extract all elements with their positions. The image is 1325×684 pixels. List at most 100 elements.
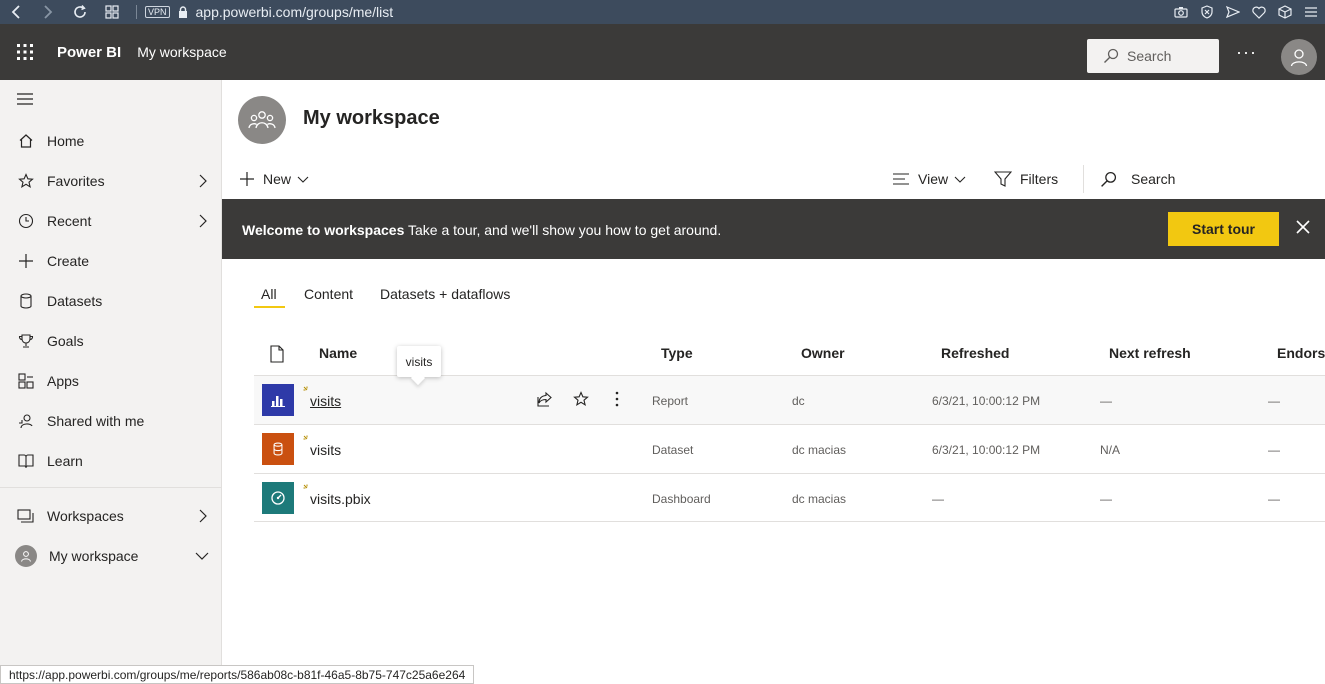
- view-button[interactable]: View: [892, 169, 966, 189]
- breadcrumb[interactable]: My workspace: [137, 44, 226, 60]
- back-icon[interactable]: [0, 0, 32, 24]
- nav-item-apps[interactable]: Apps: [0, 361, 221, 401]
- chevron-down-icon: [954, 176, 966, 183]
- nav-item-create[interactable]: Create: [0, 241, 221, 281]
- header-search-box[interactable]: Search: [1087, 39, 1219, 73]
- heart-icon[interactable]: [1251, 4, 1267, 20]
- vpn-badge[interactable]: VPN: [145, 6, 170, 18]
- cube-icon[interactable]: [1277, 4, 1293, 20]
- tab-all[interactable]: All: [261, 286, 277, 302]
- tab-datasets-dataflows[interactable]: Datasets + dataflows: [380, 286, 510, 302]
- item-next-refresh: N/A: [1100, 443, 1121, 457]
- item-refreshed: —: [932, 492, 944, 506]
- more-options-icon[interactable]: [615, 391, 619, 407]
- database-icon: [17, 292, 35, 310]
- item-name-link[interactable]: visits: [310, 393, 341, 409]
- favorite-star-icon[interactable]: [573, 391, 589, 407]
- start-tour-button[interactable]: Start tour: [1168, 212, 1279, 246]
- item-owner: dc macias: [792, 443, 847, 457]
- search-icon: [1103, 48, 1119, 64]
- chevron-right-icon[interactable]: [199, 509, 207, 523]
- hamburger-menu-icon[interactable]: [16, 92, 34, 106]
- nav-label: Apps: [47, 373, 79, 389]
- item-endorsement: —: [1268, 394, 1280, 408]
- nav-label: Datasets: [47, 293, 103, 309]
- table-row[interactable]: visits Dataset dc macias 6/3/21, 10:00:1…: [254, 424, 1325, 473]
- column-header-name[interactable]: Name: [319, 345, 357, 361]
- command-divider: [1083, 165, 1084, 193]
- column-header-next-refresh[interactable]: Next refresh: [1109, 345, 1191, 361]
- nav-label: Favorites: [47, 173, 105, 189]
- nav-label: Workspaces: [47, 508, 124, 524]
- welcome-banner: Welcome to workspaces Take a tour, and w…: [222, 199, 1325, 259]
- nav-item-goals[interactable]: Goals: [0, 321, 221, 361]
- nav-item-datasets[interactable]: Datasets: [0, 281, 221, 321]
- book-icon: [17, 452, 35, 470]
- chevron-right-icon[interactable]: [199, 214, 207, 228]
- nav-item-my-workspace[interactable]: My workspace: [0, 536, 221, 576]
- search-icon: [1100, 171, 1117, 188]
- more-options-icon[interactable]: ···: [1236, 42, 1257, 63]
- home-icon: [17, 132, 35, 150]
- page-title: My workspace: [303, 107, 440, 129]
- browser-extensions: [1173, 0, 1319, 24]
- item-owner: dc: [792, 394, 805, 408]
- table-row[interactable]: visits.pbix Dashboard dc macias — — —: [254, 473, 1325, 522]
- item-refreshed: 6/3/21, 10:00:12 PM: [932, 394, 1041, 408]
- shield-icon[interactable]: [1199, 4, 1215, 20]
- nav-item-home[interactable]: Home: [0, 121, 221, 161]
- new-button[interactable]: New: [239, 169, 309, 189]
- menu-lines-icon[interactable]: [1303, 4, 1319, 20]
- tabs-grid-icon[interactable]: [96, 0, 128, 24]
- column-header-owner[interactable]: Owner: [801, 345, 845, 361]
- item-name-link[interactable]: visits: [310, 442, 341, 458]
- chevron-right-icon[interactable]: [199, 174, 207, 188]
- item-endorsement: —: [1268, 492, 1280, 506]
- nav-item-recent[interactable]: Recent: [0, 201, 221, 241]
- nav-item-shared-with-me[interactable]: Shared with me: [0, 401, 221, 441]
- camera-icon[interactable]: [1173, 4, 1189, 20]
- view-lines-icon: [892, 173, 910, 185]
- content-search[interactable]: Search: [1100, 169, 1175, 189]
- nav-divider: [0, 487, 221, 488]
- account-avatar[interactable]: [1281, 39, 1317, 75]
- share-icon[interactable]: [537, 391, 553, 407]
- forward-icon[interactable]: [32, 0, 64, 24]
- nav-label: Create: [47, 253, 90, 269]
- nav-label: Home: [47, 133, 85, 149]
- active-tab-indicator: [254, 306, 285, 308]
- column-header-refreshed[interactable]: Refreshed: [941, 345, 1009, 361]
- user-avatar-icon: [15, 545, 37, 567]
- filters-button[interactable]: Filters: [994, 169, 1058, 189]
- apps-icon: [17, 372, 35, 390]
- item-name-link[interactable]: visits.pbix: [310, 491, 371, 507]
- filters-label: Filters: [1020, 171, 1059, 187]
- column-header-type[interactable]: Type: [661, 345, 693, 361]
- item-type: Dashboard: [652, 492, 711, 506]
- close-icon[interactable]: [1296, 220, 1310, 234]
- tab-content[interactable]: Content: [304, 286, 353, 302]
- left-navigation: Home Favorites Recent Create Datasets Go…: [0, 80, 222, 684]
- shared-icon: [17, 412, 35, 430]
- clock-icon: [17, 212, 35, 230]
- reload-icon[interactable]: [64, 0, 96, 24]
- dashboard-icon: [262, 482, 294, 514]
- banner-text: Take a tour, and we'll show you how to g…: [408, 222, 722, 238]
- report-icon: [262, 384, 294, 416]
- column-header-endorsement[interactable]: Endorse: [1277, 345, 1325, 361]
- chevron-down-icon[interactable]: [195, 552, 209, 560]
- new-label: New: [263, 171, 292, 187]
- banner-title: Welcome to workspaces: [242, 222, 405, 238]
- file-type-icon: [269, 345, 285, 363]
- name-tooltip: visits: [397, 346, 441, 377]
- brand-title[interactable]: Power BI: [57, 44, 121, 61]
- nav-item-learn[interactable]: Learn: [0, 441, 221, 481]
- nav-item-workspaces[interactable]: Workspaces: [0, 496, 221, 536]
- item-owner: dc macias: [792, 492, 847, 506]
- plus-icon: [17, 252, 35, 270]
- address-bar[interactable]: app.powerbi.com/groups/me/list: [196, 4, 394, 20]
- send-icon[interactable]: [1225, 4, 1241, 20]
- star-icon: [17, 172, 35, 190]
- nav-item-favorites[interactable]: Favorites: [0, 161, 221, 201]
- app-launcher-icon[interactable]: [1, 24, 49, 80]
